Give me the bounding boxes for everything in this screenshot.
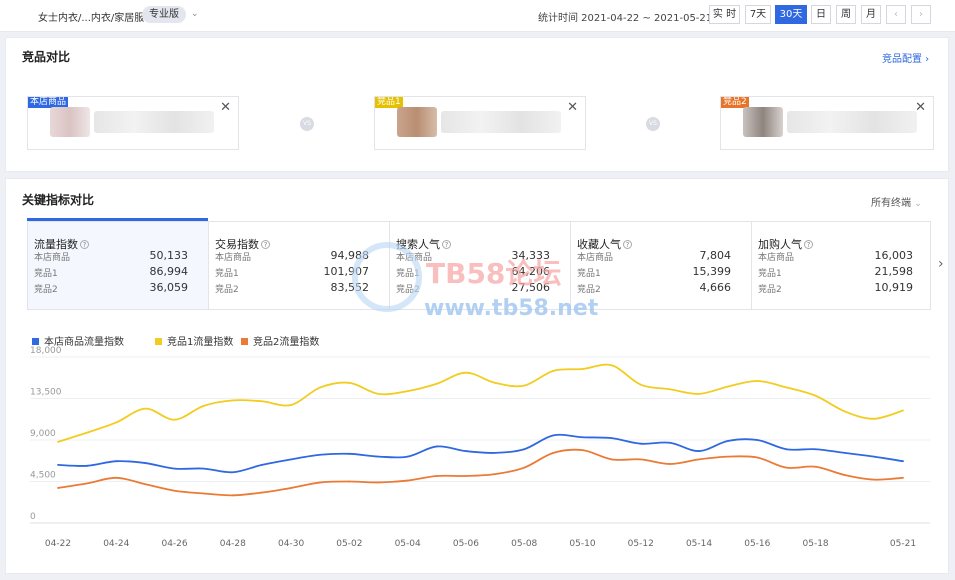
week-button[interactable]: 周 [836,5,856,24]
realtime-button[interactable]: 实 时 [709,5,740,24]
row-value: 86,994 [149,265,189,278]
competitor1-card[interactable]: 竞品1 ✕ [374,96,586,150]
metric-tab-cart[interactable]: 加购人气? 本店商品 16,003 竞品1 21,598 竞品2 10,919 [752,222,933,309]
compare-title: 竞品对比 [22,50,71,64]
terminal-filter-label: 所有终端 [871,198,911,209]
metric-row: 竞品2 36,059 [34,281,188,295]
row-label: 竞品2 [34,285,58,295]
row-label: 本店商品 [34,253,71,263]
date-range: 统计时间 2021-04-22 ~ 2021-05-21 [538,13,713,24]
row-value: 36,059 [149,281,189,294]
month-button[interactable]: 月 [861,5,881,24]
help-icon[interactable]: ? [80,240,89,249]
product-image-blur [743,107,783,137]
metric-row: 竞品2 10,919 [758,281,913,295]
metric-row: 竞品2 83,552 [215,281,369,295]
help-icon[interactable]: ? [442,240,451,249]
row-label: 竞品1 [758,269,782,279]
row-label: 竞品2 [215,285,239,295]
row-label: 竞品1 [215,269,239,279]
row-value: 15,399 [692,265,732,278]
legend-label: 本店商品流量指数 [44,337,124,348]
metric-row: 竞品1 15,399 [577,265,731,279]
legend-label: 竞品2流量指数 [253,337,320,348]
help-icon[interactable]: ? [623,240,632,249]
close-icon[interactable]: ✕ [567,100,578,115]
row-value: 50,133 [149,249,189,262]
edition-badge: 专业版 [142,6,186,23]
legend-label: 竞品1流量指数 [167,337,234,348]
row-label: 本店商品 [758,253,795,263]
legend-competitor1[interactable]: 竞品1流量指数 [155,333,233,348]
metric-row: 本店商品 50,133 [34,249,188,263]
metric-row: 本店商品 94,988 [215,249,369,263]
watermark-logo [352,242,422,312]
row-label: 竞品2 [577,285,601,295]
prev-period-button[interactable]: ‹ [886,5,906,24]
metric-row: 竞品1 21,598 [758,265,913,279]
product-image-blur [50,107,90,137]
row-value: 21,598 [874,265,914,278]
row-label: 本店商品 [215,253,252,263]
next-period-button[interactable]: › [911,5,931,24]
category-selector[interactable]: 女士内衣/...内衣/家居服 [38,9,144,24]
help-icon[interactable]: ? [804,240,813,249]
help-icon[interactable]: ? [261,240,270,249]
row-value: 10,919 [874,281,914,294]
row-label: 竞品1 [577,269,601,279]
own-item-card[interactable]: 本店商品 ✕ [27,96,239,150]
product-title-blur [94,111,214,133]
chevron-right-icon[interactable]: › [938,256,944,272]
row-label: 本店商品 [577,253,614,263]
legend-competitor2[interactable]: 竞品2流量指数 [241,333,319,348]
metric-row: 本店商品 7,804 [577,249,731,263]
vs-icon: VS [300,117,314,131]
product-title-blur [787,111,917,133]
row-value: 16,003 [874,249,914,262]
vs-icon: VS [646,117,660,131]
metrics-title: 关键指标对比 [22,193,95,207]
row-value: 4,666 [699,281,732,294]
metric-row: 竞品1 101,907 [215,265,369,279]
metric-row: 竞品2 4,666 [577,281,731,295]
competitor2-card[interactable]: 竞品2 ✕ [720,96,934,150]
row-value: 7,804 [699,249,732,262]
top-bar: 女士内衣/...内衣/家居服 专业版 ⌄ 统计时间 2021-04-22 ~ 2… [0,0,955,32]
metric-row: 本店商品 16,003 [758,249,913,263]
row-label: 竞品1 [34,269,58,279]
config-link[interactable]: 竞品配置 › [882,50,929,65]
legend-swatch [155,338,162,345]
legend-own[interactable]: 本店商品流量指数 [32,333,124,348]
product-title-blur [441,111,561,133]
watermark-url: www.tb58.net [424,296,599,321]
chevron-down-icon: ⌄ [914,199,922,209]
metric-tab-traffic[interactable]: 流量指数? 本店商品 50,133 竞品1 86,994 竞品2 36,059 [28,222,209,309]
legend-swatch [241,338,248,345]
close-icon[interactable]: ✕ [220,100,231,115]
day-button[interactable]: 日 [811,5,831,24]
legend-swatch [32,338,39,345]
row-label: 竞品2 [758,285,782,295]
30day-button[interactable]: 30天 [775,5,807,24]
watermark-text: TB58论坛 [426,257,562,290]
terminal-filter[interactable]: 所有终端 ⌄ [871,194,922,209]
chevron-down-icon[interactable]: ⌄ [191,9,199,19]
product-image-blur [397,107,437,137]
metric-row: 竞品1 86,994 [34,265,188,279]
7day-button[interactable]: 7天 [745,5,771,24]
